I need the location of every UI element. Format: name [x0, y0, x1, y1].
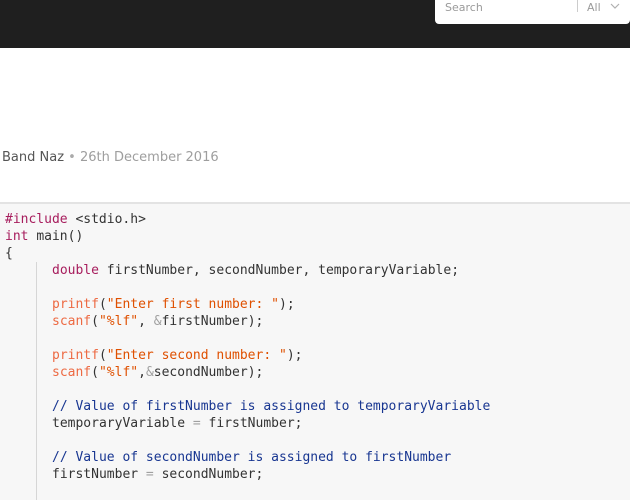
- search-input[interactable]: [445, 0, 570, 14]
- post-date: 26th December 2016: [79, 150, 219, 165]
- search-scope-select[interactable]: All: [587, 0, 620, 14]
- code-line: [5, 381, 490, 398]
- search-scope-label: All: [587, 1, 601, 14]
- indent-guide: [5, 432, 52, 449]
- code-line: [5, 279, 490, 296]
- code-line: temporaryVariable = firstNumber;: [5, 415, 490, 432]
- post-author-link[interactable]: Band Naz: [2, 150, 64, 165]
- top-navigation-bar: All: [0, 0, 630, 48]
- meta-separator: •: [68, 150, 76, 165]
- indent-guide: [5, 398, 52, 415]
- indent-guide: [5, 381, 52, 398]
- indent-guide: [5, 483, 52, 500]
- code-line: // Value of firstNumber is assigned to t…: [5, 398, 490, 415]
- code-listing: #include <stdio.h> int main() {double firs…: [5, 211, 490, 500]
- code-line: scanf("%lf",&secondNumber);: [5, 364, 490, 381]
- indent-guide: [5, 313, 52, 330]
- code-line: [5, 483, 490, 500]
- chevron-down-icon: [610, 0, 620, 12]
- code-line: int main(): [5, 229, 84, 244]
- code-line: firstNumber = secondNumber;: [5, 466, 490, 483]
- code-line: [5, 330, 490, 347]
- code-line: #include <stdio.h>: [5, 212, 146, 227]
- indent-guide: [5, 279, 52, 296]
- code-line: {: [5, 246, 13, 261]
- search-divider: [577, 0, 578, 12]
- code-block: #include <stdio.h> int main() {double firs…: [0, 202, 630, 500]
- search-box: All: [435, 0, 630, 24]
- indent-guide: [5, 364, 52, 381]
- code-line: double firstNumber, secondNumber, tempor…: [5, 262, 490, 279]
- indent-guide: [5, 296, 52, 313]
- indent-guide: [5, 330, 52, 347]
- indent-guide: [5, 262, 52, 279]
- indent-guide: [5, 347, 52, 364]
- code-line: // Value of secondNumber is assigned to …: [5, 449, 490, 466]
- code-line: scanf("%lf", &firstNumber);: [5, 313, 490, 330]
- indent-guide: [5, 449, 52, 466]
- code-line: printf("Enter first number: ");: [5, 296, 490, 313]
- code-line: [5, 432, 490, 449]
- post-meta: Band Naz • 26th December 2016: [2, 150, 219, 165]
- indent-guide: [5, 466, 52, 483]
- code-line: printf("Enter second number: ");: [5, 347, 490, 364]
- indent-guide: [5, 415, 52, 432]
